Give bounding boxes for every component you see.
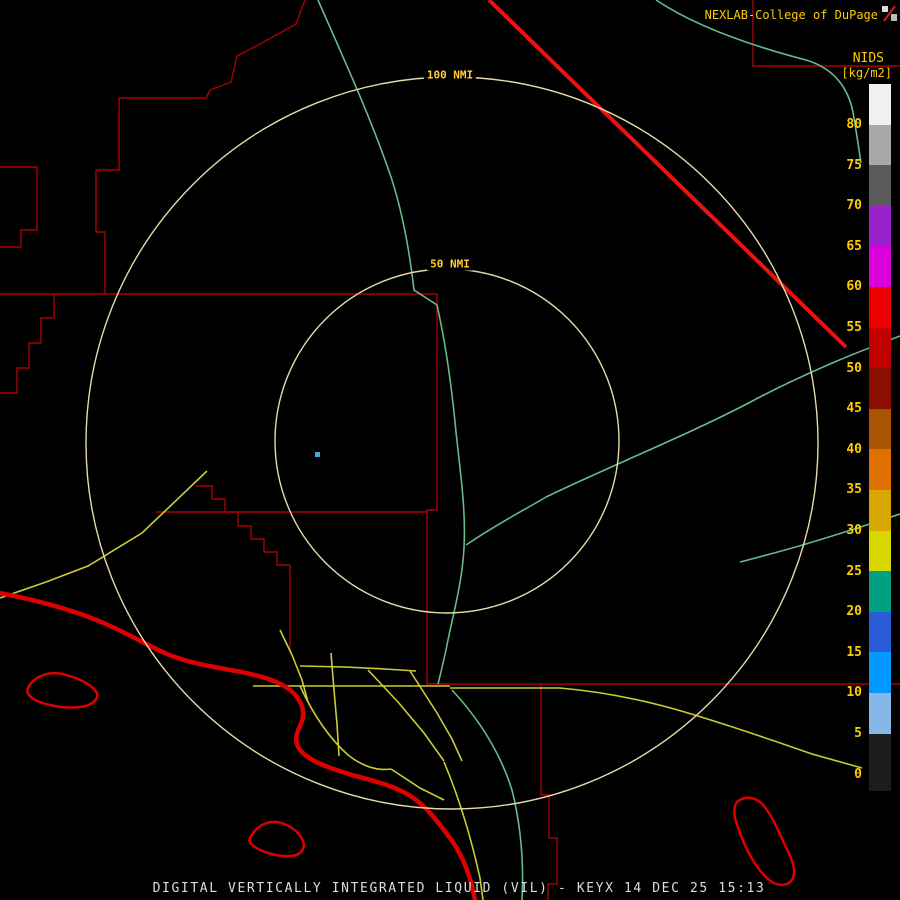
colorbar-tick-label: 65 bbox=[830, 239, 862, 255]
colorbar-tick-label: 55 bbox=[830, 320, 862, 336]
brand-text: NEXLAB-College of DuPage bbox=[705, 8, 878, 22]
colorbar-tick-label: 40 bbox=[830, 442, 862, 458]
colorbar-segment bbox=[869, 652, 891, 693]
colorbar-segment bbox=[869, 612, 891, 653]
county-line bbox=[196, 486, 290, 565]
road-line bbox=[300, 666, 416, 671]
colorbar-tick-label: 10 bbox=[830, 685, 862, 701]
range-rings bbox=[86, 77, 818, 809]
colorbar-tick-label: 45 bbox=[830, 401, 862, 417]
colorbar-tick-label: 15 bbox=[830, 645, 862, 661]
colorbar-segment bbox=[869, 531, 891, 572]
range-ring-label-100: 100 NMI bbox=[424, 69, 476, 82]
coastline-group bbox=[0, 593, 794, 900]
product-title: DIGITAL VERTICALLY INTEGRATED LIQUID (VI… bbox=[153, 881, 766, 896]
colorbar-tick-label: 80 bbox=[830, 117, 862, 133]
colorbar-segment bbox=[869, 409, 891, 450]
rivers bbox=[318, 0, 900, 900]
county-line bbox=[0, 294, 54, 393]
radar-display: NEXLAB-College of DuPage NIDS [kg/m2] 10… bbox=[0, 0, 900, 900]
colorbar-tick-label: 0 bbox=[830, 767, 862, 783]
colorbar-tick-label: 60 bbox=[830, 279, 862, 295]
range-ring-50nmi bbox=[275, 269, 619, 613]
colorbar-segment bbox=[869, 84, 891, 125]
units-label: [kg/m2] bbox=[841, 66, 892, 80]
colorbar-segment bbox=[869, 734, 891, 791]
colorbar-segment bbox=[869, 490, 891, 531]
product-code-label: NIDS bbox=[853, 51, 884, 66]
colorbar bbox=[869, 84, 891, 791]
county-lines bbox=[0, 0, 900, 900]
roads bbox=[0, 471, 862, 900]
vil-echo bbox=[315, 452, 320, 457]
colorbar-segment bbox=[869, 571, 891, 612]
range-ring-100nmi bbox=[86, 77, 818, 809]
colorbar-segment bbox=[869, 449, 891, 490]
coastline bbox=[0, 593, 475, 900]
county-line bbox=[427, 294, 437, 684]
river-line bbox=[656, 0, 861, 163]
colorbar-segment bbox=[869, 287, 891, 328]
radar-map bbox=[0, 0, 900, 900]
colorbar-tick-label: 75 bbox=[830, 158, 862, 174]
colorbar-segment bbox=[869, 328, 891, 369]
county-line bbox=[0, 167, 37, 247]
state-boundary bbox=[489, 0, 846, 347]
colorbar-tick-label: 35 bbox=[830, 482, 862, 498]
county-line bbox=[541, 684, 557, 900]
road-line bbox=[300, 686, 391, 769]
range-ring-label-50: 50 NMI bbox=[427, 258, 473, 271]
colorbar-tick-label: 30 bbox=[830, 523, 862, 539]
colorbar-tick-label: 5 bbox=[830, 726, 862, 742]
colorbar-segment bbox=[869, 125, 891, 166]
colorbar-tick-label: 70 bbox=[830, 198, 862, 214]
colorbar-tick-label: 25 bbox=[830, 564, 862, 580]
county-line bbox=[96, 0, 305, 294]
river-line bbox=[318, 0, 464, 684]
colorbar-segment bbox=[869, 165, 891, 206]
colorbar-segments bbox=[869, 84, 891, 791]
river-line bbox=[452, 690, 523, 900]
road-line bbox=[391, 769, 444, 800]
road-line bbox=[331, 653, 339, 756]
colorbar-segment bbox=[869, 206, 891, 247]
island-outline bbox=[734, 798, 794, 885]
colorbar-segment bbox=[869, 368, 891, 409]
road-line bbox=[0, 471, 207, 598]
island-outline bbox=[27, 673, 97, 707]
state-line bbox=[489, 0, 846, 347]
colorbar-tick-label: 20 bbox=[830, 604, 862, 620]
cod-logo-icon bbox=[881, 5, 898, 22]
colorbar-segment bbox=[869, 246, 891, 287]
island-outline bbox=[249, 822, 303, 856]
colorbar-segment bbox=[869, 693, 891, 734]
road-line bbox=[444, 762, 483, 900]
colorbar-tick-label: 50 bbox=[830, 361, 862, 377]
road-line bbox=[450, 688, 862, 768]
